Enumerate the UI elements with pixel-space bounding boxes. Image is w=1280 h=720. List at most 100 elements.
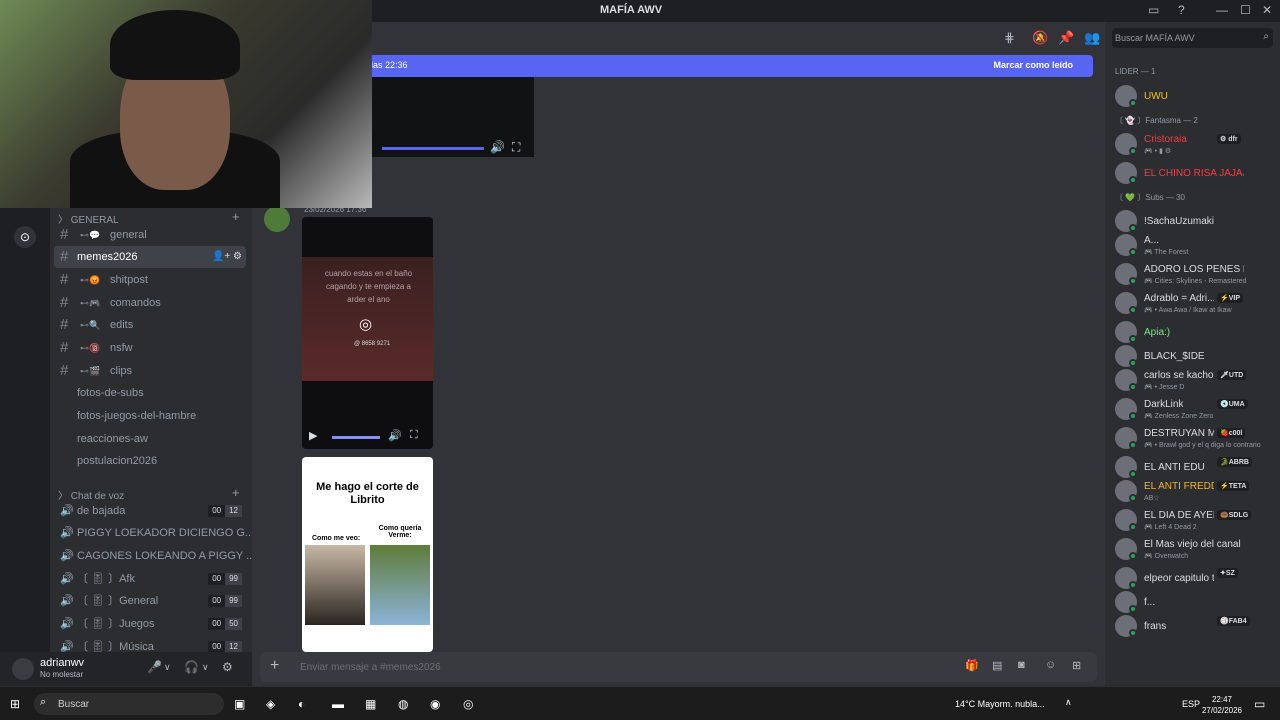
member-item[interactable]: UWU	[1113, 83, 1275, 109]
video-attachment[interactable]: cuando estas en el baño cagando y te emp…	[302, 217, 433, 449]
mute-bell-icon[interactable]: 🔕	[1032, 30, 1048, 46]
channel-shitpost[interactable]: # ⊷😡 shitpost	[54, 269, 246, 291]
member-item[interactable]: Apia:)	[1113, 319, 1275, 345]
pin-icon[interactable]: 📌	[1058, 30, 1074, 46]
image-attachment[interactable]: Me hago el corte de Librito Como quería …	[302, 457, 433, 652]
chevron-down-icon[interactable]: ∨	[164, 662, 171, 673]
member-item[interactable]: elpeor capitulo twd...✦SZ	[1113, 565, 1275, 591]
member-item[interactable]: !SachaUzumaki	[1113, 208, 1275, 234]
fullscreen-icon[interactable]: ⛶	[512, 140, 520, 155]
message-input[interactable]	[300, 658, 800, 676]
obs-icon[interactable]: ◎	[463, 697, 473, 711]
server-icon[interactable]: ⊙	[14, 226, 36, 248]
member-name: elpeor capitulo twd...	[1144, 573, 1214, 584]
members-icon[interactable]: 👥	[1084, 30, 1100, 46]
voice-channel[interactable]: 🔊 CAGONES LOKEANDO A PIGGY ...	[54, 545, 252, 567]
member-item[interactable]: frans 🏐FAB4	[1113, 613, 1275, 639]
fullscreen-icon[interactable]: ⛶	[410, 429, 418, 442]
gif-icon[interactable]: ▤	[992, 659, 1002, 672]
channel-edits[interactable]: # ⊷🔍 edits	[54, 314, 246, 336]
author-avatar[interactable]	[264, 206, 290, 232]
channel-postulacion2026[interactable]: postulacion2026	[54, 450, 246, 472]
volume-icon[interactable]: 🔊	[490, 140, 505, 154]
discord-icon[interactable]: ◍	[398, 697, 408, 711]
start-windows-icon[interactable]: ⊞	[10, 697, 20, 711]
search-input[interactable]	[1115, 30, 1255, 46]
member-item[interactable]: f...	[1113, 589, 1275, 615]
meme-left-photo	[305, 545, 365, 625]
sticker-icon[interactable]: ◙	[1018, 659, 1025, 671]
member-item[interactable]: EL ANTI FREDDY AB☆ ⚡TETA	[1113, 478, 1275, 504]
add-channel-icon[interactable]: +	[232, 209, 240, 224]
copilot-icon[interactable]: ◈	[266, 697, 275, 711]
video-progress-bar[interactable]	[382, 147, 484, 150]
file-explorer-icon[interactable]: ▬	[332, 697, 344, 711]
task-view-icon[interactable]: ▣	[234, 697, 245, 711]
member-item[interactable]: ADORO LOS PENES NEG... 🎮 Cities: Skylines…	[1113, 261, 1275, 287]
chrome-icon[interactable]: ◉	[430, 697, 440, 711]
add-attachment-icon[interactable]: +	[270, 657, 279, 675]
member-group-header: 〔 👻 〕Fantasma — 2	[1115, 116, 1198, 125]
member-item[interactable]: A... 🎮 The Forest	[1113, 232, 1275, 258]
minimize-button[interactable]: —	[1216, 3, 1228, 17]
member-item[interactable]: DESTRUYAN MI A... 🎮 • Brawl god y el q di…	[1113, 425, 1275, 451]
play-icon[interactable]: ▶	[309, 429, 317, 442]
weather-widget[interactable]: 14°C Mayorm. nubla...	[955, 699, 1045, 709]
add-channel-icon[interactable]: +	[232, 485, 240, 500]
close-button[interactable]: ✕	[1262, 3, 1272, 17]
new-messages-banner[interactable]: las 22:36 Marcar como leído	[367, 55, 1093, 77]
username[interactable]: adrianwv	[40, 657, 84, 669]
member-item[interactable]: carlos se kacho a ... 🎮 • Jesse D 🗡UTD	[1113, 367, 1275, 393]
taskbar-search-input[interactable]	[58, 696, 168, 712]
volume-icon[interactable]: 🔊	[388, 429, 402, 442]
emoji-icon[interactable]: ☺	[1045, 659, 1056, 671]
channel-general[interactable]: # ⊷💬 general	[54, 224, 246, 246]
threads-icon[interactable]: ⋕	[1004, 30, 1015, 46]
volume-slider[interactable]	[332, 436, 380, 439]
notifications-icon[interactable]: ▭	[1254, 697, 1265, 711]
edge-icon[interactable]: ◐	[298, 697, 305, 711]
member-item[interactable]: El Mas viejo del canal 100% 🎮 Overwatch	[1113, 536, 1275, 562]
channel-reacciones-aw[interactable]: reacciones-aw	[54, 428, 246, 450]
clock[interactable]: 22:47 27/02/2026	[1200, 694, 1244, 716]
chevron-down-icon[interactable]: ∨	[202, 662, 209, 673]
headphones-icon[interactable]: 🎧	[184, 660, 199, 674]
voice-channel[interactable]: 🔊 〔 🎚 〕General 00 99	[54, 590, 246, 612]
member-item[interactable]: EL DIA DE AYER ... 🎮 Left 4 Dead 2 🍩SDLG	[1113, 507, 1275, 533]
channel-fotos-juegos-del-hambre[interactable]: fotos-juegos-del-hambre	[54, 405, 246, 427]
help-icon[interactable]: ?	[1178, 3, 1185, 17]
voice-channel[interactable]: 🔊 PIGGY LOEKADOR DICIENGO G...	[54, 522, 252, 544]
maximize-button[interactable]: ☐	[1240, 3, 1251, 17]
language-indicator[interactable]: ESP	[1182, 699, 1200, 709]
channel-clips[interactable]: # ⊷🎬 clips	[54, 360, 246, 382]
member-item[interactable]: BLACK_$IDE	[1113, 343, 1275, 369]
channel-fotos-de-subs[interactable]: fotos-de-subs	[54, 382, 246, 404]
channel-comandos[interactable]: # ⊷🎮 comandos	[54, 292, 246, 314]
member-item[interactable]: EL CHINO RISA JAJAJAJA	[1113, 160, 1275, 186]
voice-channel[interactable]: 🔊 〔 🎚 〕Afk 00 99	[54, 568, 246, 590]
gift-icon[interactable]: 🎁	[965, 659, 979, 672]
speaker-icon: 🔊	[60, 505, 74, 517]
voice-channel[interactable]: 🔊 de bajada 00 12	[54, 500, 246, 522]
video-player[interactable]: 🔊 ⛶	[372, 77, 534, 157]
mark-as-read-button[interactable]: Marcar como leído	[993, 60, 1073, 70]
status-dot	[1129, 494, 1137, 502]
member-item[interactable]: Cristoraia 🎮 • ▮ ⚙ ⚙ dfr	[1113, 131, 1275, 157]
member-item[interactable]: Adrablo = Adri... 🎮 • Awa Awa / Ikaw at I…	[1113, 290, 1275, 316]
channel-memes2026[interactable]: # memes2026 👤+ ⚙	[54, 246, 246, 268]
tray-chevron-icon[interactable]: ∧	[1065, 697, 1072, 708]
member-activity: AB☆	[1144, 495, 1160, 502]
member-item[interactable]: EL ANTI EDU 🐊ABRB	[1113, 454, 1275, 480]
apps-icon[interactable]: ⊞	[1072, 659, 1081, 672]
member-item[interactable]: DarkLink 🎮 Zenless Zone Zero 💿UMA	[1113, 396, 1275, 422]
store-icon[interactable]: ▦	[365, 697, 376, 711]
avatar[interactable]	[12, 658, 34, 680]
search-icon[interactable]: ⌕	[1263, 31, 1269, 42]
microphone-icon[interactable]: 🎤	[147, 660, 162, 674]
channel-nsfw[interactable]: # ⊷🔞 nsfw	[54, 337, 246, 359]
settings-gear-icon[interactable]: ⚙	[222, 660, 233, 674]
inbox-icon[interactable]: ▭	[1148, 3, 1159, 17]
channel-settings-icons[interactable]: 👤+ ⚙	[212, 246, 242, 268]
voice-channel[interactable]: 🔊 〔 🎚 〕Juegos 00 50	[54, 613, 246, 635]
server-list: ⊙	[0, 208, 50, 686]
